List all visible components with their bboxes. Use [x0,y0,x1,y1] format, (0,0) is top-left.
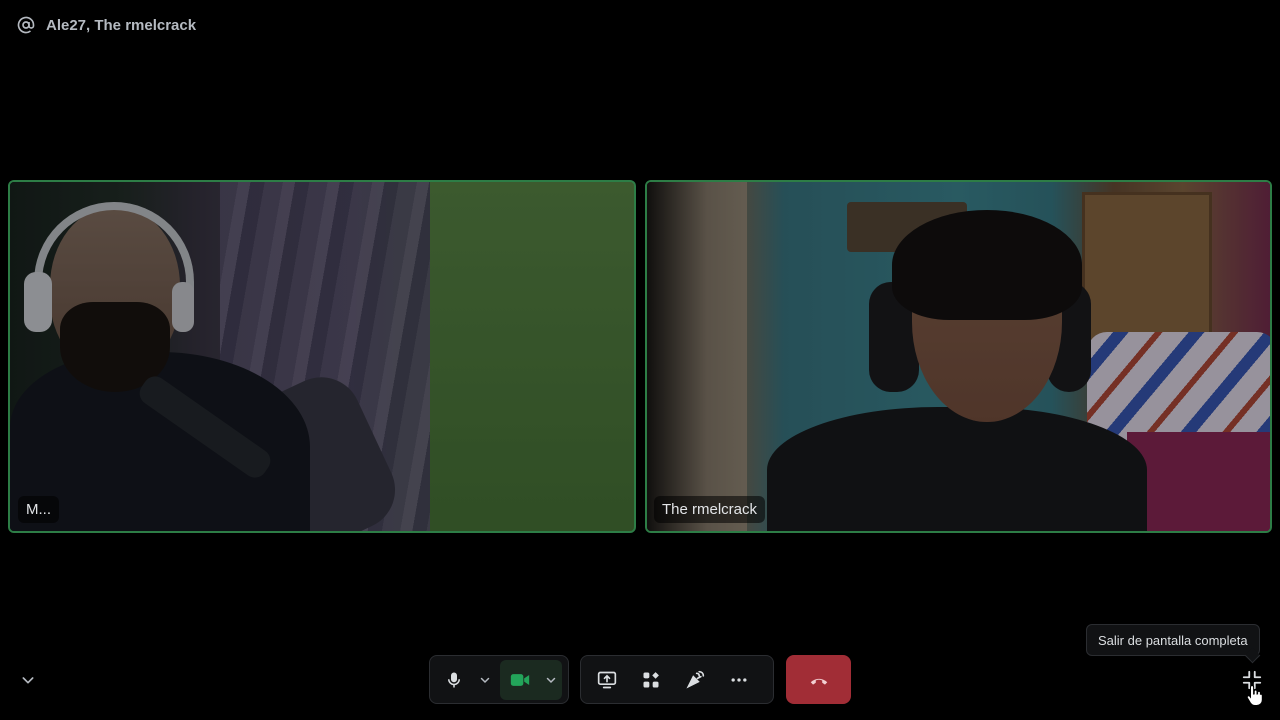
at-icon [16,15,36,35]
participant-tile[interactable]: The rmelcrack [645,180,1272,533]
chevron-down-icon [546,677,556,683]
audio-video-controls [429,655,569,704]
camera-options-button[interactable] [540,660,562,700]
activities-button[interactable] [629,660,673,700]
microphone-options-button[interactable] [474,660,496,700]
participant-video [647,182,1270,531]
share-screen-button[interactable] [585,660,629,700]
collapse-button[interactable] [14,666,42,694]
participant-video [10,182,634,531]
more-options-button[interactable] [717,660,761,700]
exit-fullscreen-tooltip: Salir de pantalla completa [1086,624,1260,656]
soundboard-button[interactable] [673,660,717,700]
video-camera-icon [510,673,530,686]
microphone-icon [448,672,460,687]
activities-icon [643,671,659,687]
more-dots-icon [731,677,747,682]
call-header: Ale27, The rmelcrack [16,14,196,36]
microphone-button[interactable] [434,660,474,700]
soundboard-icon [686,670,705,689]
participant-name: The rmelcrack [654,496,766,523]
hand-cursor-icon [1246,685,1263,706]
hang-up-icon [810,678,827,685]
screen-share-icon [597,671,617,688]
disconnect-button[interactable] [786,655,851,704]
chevron-down-icon [480,677,490,683]
participant-name: M... [18,496,59,523]
chevron-down-icon [22,677,34,684]
call-title: Ale27, The rmelcrack [46,16,197,34]
participant-tile[interactable]: M... [8,180,636,533]
call-actions [580,655,774,704]
camera-button[interactable] [500,660,540,700]
